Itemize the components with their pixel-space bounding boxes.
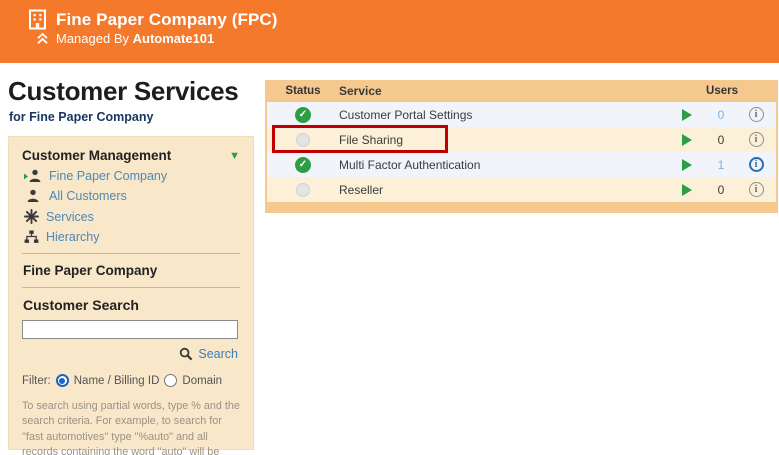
- status-enabled-icon: ✓: [295, 107, 311, 123]
- radio-domain[interactable]: [164, 374, 177, 387]
- search-help-text: To search using partial words, type % an…: [22, 399, 240, 455]
- managed-by-name: Automate101: [133, 31, 215, 46]
- launch-service-icon[interactable]: [682, 134, 692, 146]
- divider: [22, 287, 240, 288]
- customer-management-panel: Customer Management ▼ Fine Paper Company: [8, 136, 254, 450]
- users-count-link[interactable]: 1: [706, 158, 736, 172]
- sidebar-item-label: All Customers: [49, 189, 127, 203]
- sidebar-item-hierarchy[interactable]: Hierarchy: [24, 230, 240, 244]
- double-chevron-up-icon[interactable]: [36, 32, 49, 45]
- company-heading: Fine Paper Company: [23, 263, 240, 278]
- sidebar-item-fine-paper-company[interactable]: Fine Paper Company: [24, 169, 240, 183]
- screen: Fine Paper Company (FPC) Managed By Auto…: [0, 0, 779, 455]
- status-disabled-icon: [296, 183, 310, 197]
- radio-name-billing-id[interactable]: [56, 374, 69, 387]
- column-header-status: Status: [267, 85, 339, 97]
- customers-icon: [24, 189, 42, 203]
- search-button[interactable]: Search: [22, 347, 238, 361]
- launch-service-icon[interactable]: [682, 109, 692, 121]
- company-title: Fine Paper Company (FPC): [56, 10, 278, 30]
- app-header: Fine Paper Company (FPC) Managed By Auto…: [0, 0, 779, 63]
- hierarchy-icon: [24, 230, 39, 244]
- info-icon[interactable]: i: [749, 132, 764, 147]
- managed-by-text: Managed By Automate101: [56, 31, 214, 46]
- table-row: ✓ Customer Portal Settings 0 i: [267, 102, 776, 127]
- customer-search-input[interactable]: [22, 320, 238, 339]
- customer-arrow-icon: [24, 169, 42, 183]
- section-title: Customer Management: [22, 148, 171, 163]
- sidebar-item-all-customers[interactable]: All Customers: [24, 189, 240, 203]
- services-icon: [24, 209, 39, 224]
- service-name: File Sharing: [339, 133, 668, 147]
- divider: [22, 253, 240, 254]
- info-icon[interactable]: i: [749, 107, 764, 122]
- column-header-service: Service: [339, 84, 668, 98]
- launch-service-icon[interactable]: [682, 159, 692, 171]
- service-name: Reseller: [339, 183, 668, 197]
- table-row: File Sharing 0 i: [267, 127, 776, 152]
- collapse-caret-icon[interactable]: ▼: [229, 150, 240, 162]
- building-icon: [28, 9, 47, 30]
- page-title: Customer Services: [8, 76, 238, 107]
- search-icon: [179, 347, 193, 361]
- search-button-label: Search: [198, 347, 238, 361]
- service-name: Customer Portal Settings: [339, 108, 668, 122]
- sidebar-item-label: Hierarchy: [46, 230, 100, 244]
- page-subtitle: for Fine Paper Company: [9, 110, 153, 124]
- filter-row: Filter: Name / Billing ID Domain: [22, 374, 240, 387]
- table-header-row: Status Service Users: [267, 80, 776, 102]
- info-icon[interactable]: i: [749, 182, 764, 197]
- status-enabled-icon: ✓: [295, 157, 311, 173]
- launch-service-icon[interactable]: [682, 184, 692, 196]
- users-count: 0: [706, 183, 736, 197]
- sidebar-item-label: Fine Paper Company: [49, 169, 167, 183]
- service-name: Multi Factor Authentication: [339, 158, 668, 172]
- filter-option-label[interactable]: Domain: [182, 375, 222, 387]
- users-count-link[interactable]: 0: [706, 108, 736, 122]
- customer-search-heading: Customer Search: [23, 297, 240, 313]
- status-disabled-icon: [296, 133, 310, 147]
- info-icon[interactable]: i: [749, 157, 764, 172]
- filter-option-label[interactable]: Name / Billing ID: [74, 375, 160, 387]
- users-count: 0: [706, 133, 736, 147]
- table-row: Reseller 0 i: [267, 177, 776, 202]
- filter-label: Filter:: [22, 375, 51, 387]
- table-row: ✓ Multi Factor Authentication 1 i: [267, 152, 776, 177]
- sidebar-item-services[interactable]: Services: [24, 209, 240, 224]
- services-table: Status Service Users ✓ Customer Portal S…: [265, 80, 778, 213]
- sidebar-item-label: Services: [46, 210, 94, 224]
- column-header-users: Users: [668, 85, 776, 97]
